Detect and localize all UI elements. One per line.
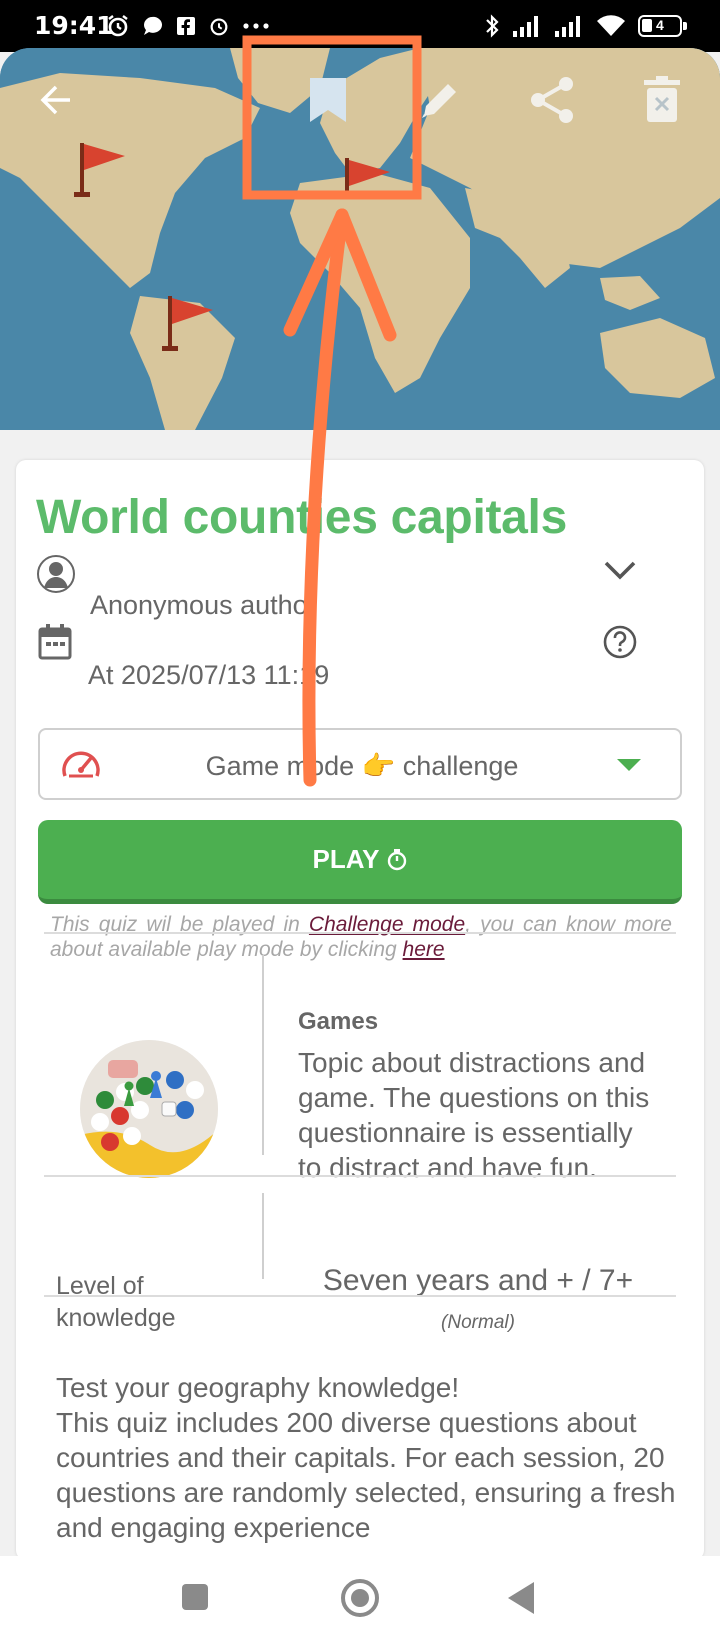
world-map-image — [0, 48, 720, 430]
status-time: 19:41 — [34, 11, 114, 40]
play-label: PLAY — [312, 844, 380, 874]
pencil-icon — [422, 84, 456, 118]
topic-name: Games — [298, 1008, 379, 1035]
calendar-icon — [38, 624, 72, 660]
wifi-icon — [597, 15, 625, 37]
topic-divider — [262, 955, 264, 1155]
help-circle-icon[interactable] — [602, 624, 638, 660]
level-label: Level of knowledge — [56, 1272, 176, 1332]
level-divider — [262, 1193, 264, 1279]
quiz-details-card: World counties capitals Anonymous autho … — [16, 460, 704, 1560]
alarm-clock-icon — [108, 15, 128, 37]
divider — [44, 1295, 676, 1297]
quiz-cover-map — [0, 48, 720, 430]
trash-icon — [644, 76, 680, 122]
quiz-description: Test your geography knowledge! This quiz… — [56, 1372, 676, 1543]
back-nav-button[interactable] — [506, 1580, 538, 1616]
here-link[interactable]: here — [403, 938, 445, 961]
triangle-down-icon — [617, 759, 641, 771]
share-icon — [531, 77, 573, 123]
arrow-left-icon — [40, 85, 70, 115]
home-button[interactable] — [340, 1578, 380, 1618]
status-bar: 19:41 4 — [0, 0, 720, 52]
system-nav-bar — [0, 1556, 720, 1650]
author-name: Anonymous autho — [90, 590, 308, 620]
board-game-image — [80, 1040, 218, 1178]
facebook-icon — [177, 17, 195, 35]
quiz-date: At 2025/07/13 11:19 — [88, 660, 330, 690]
level-value: Seven years and + / 7+ — [322, 1264, 634, 1297]
person-icon — [37, 555, 75, 593]
delete-button[interactable] — [630, 68, 694, 132]
back-button[interactable] — [24, 68, 88, 132]
signal-icon-2 — [555, 16, 580, 37]
battery-level: 4 — [656, 17, 664, 33]
chat-icon — [143, 16, 162, 35]
alarm-icon — [210, 18, 228, 36]
notification-icons — [106, 13, 270, 39]
level-subtitle: (Normal) — [441, 1312, 515, 1333]
game-mode-select[interactable]: Game mode 👉 challenge — [38, 728, 682, 800]
game-mode-value: Game mode 👉 challenge — [205, 751, 519, 781]
quiz-title: World counties capitals — [36, 491, 567, 544]
more-dots-icon — [243, 23, 269, 29]
divider — [44, 1175, 676, 1177]
divider — [44, 932, 676, 934]
play-mode-note: This quiz wil be played in Challenge mod… — [50, 912, 672, 962]
bluetooth-icon — [486, 14, 499, 38]
recents-button[interactable] — [180, 1582, 210, 1612]
play-button[interactable]: PLAY — [38, 820, 682, 904]
chevron-down-icon[interactable] — [602, 558, 638, 582]
system-icons: 4 — [484, 12, 687, 40]
edit-button[interactable] — [408, 68, 472, 132]
battery-icon: 4 — [638, 15, 687, 37]
share-button[interactable] — [520, 68, 584, 132]
topic-description: Topic about distractions and game. The q… — [298, 1047, 650, 1183]
signal-icon — [513, 16, 538, 37]
stopwatch-icon — [388, 848, 407, 870]
screen: 19:41 4 World counties capitals Anonymou… — [0, 0, 720, 1650]
bookmark-icon — [310, 78, 346, 122]
bookmark-button[interactable] — [296, 68, 360, 132]
topic-image — [80, 1040, 218, 1178]
